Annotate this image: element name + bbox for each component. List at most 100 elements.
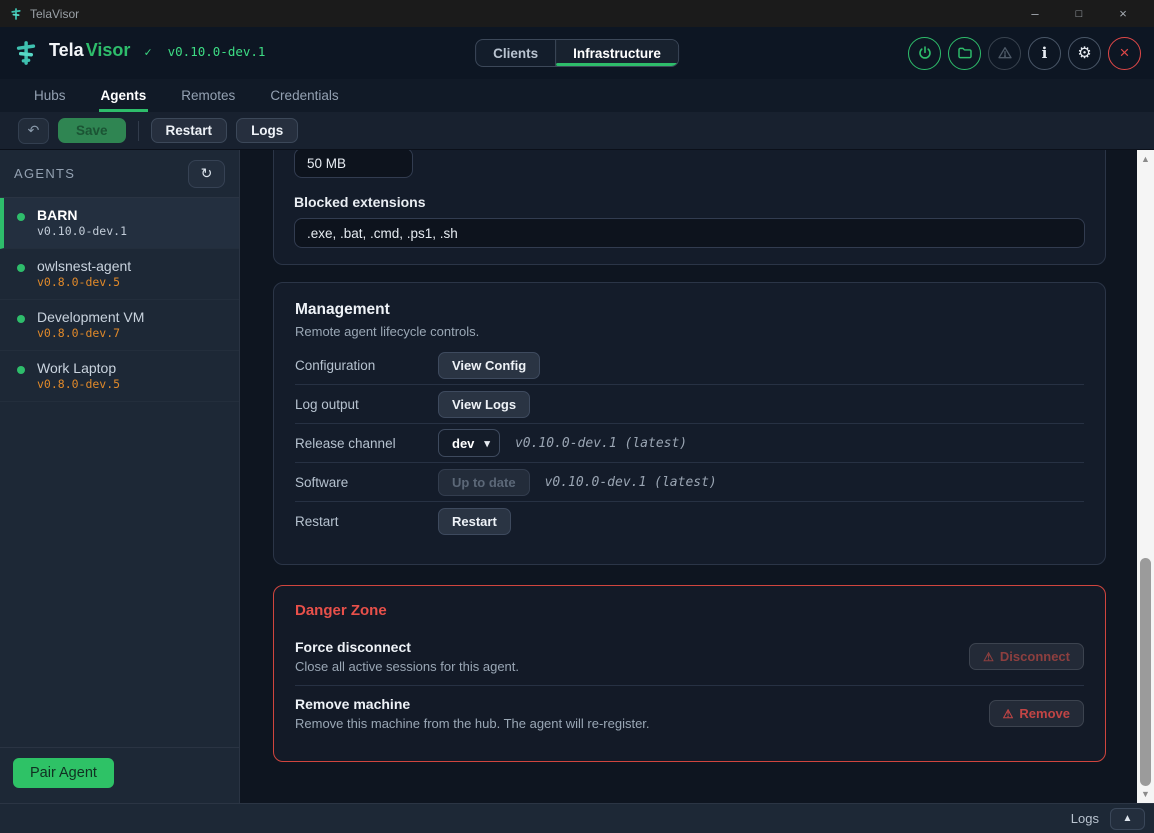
agent-version: v0.8.0-dev.7 bbox=[37, 326, 227, 341]
header-actions: i ⚙ × bbox=[908, 37, 1141, 70]
agent-name: BARN bbox=[37, 206, 227, 224]
software-label: Software bbox=[295, 475, 438, 490]
titlebar: TelaVisor – □ × bbox=[0, 0, 1154, 27]
update-button[interactable]: Up to date bbox=[438, 469, 530, 496]
software-note: v0.10.0-dev.1 (latest) bbox=[545, 475, 717, 490]
log-output-label: Log output bbox=[295, 397, 438, 412]
scroll-down-arrow[interactable]: ▼ bbox=[1137, 786, 1154, 802]
agent-list-item-owlsnest[interactable]: owlsnest-agent v0.8.0-dev.5 bbox=[0, 249, 239, 300]
close-window-button[interactable]: × bbox=[1101, 0, 1145, 27]
view-config-button[interactable]: View Config bbox=[438, 352, 540, 379]
max-size-input[interactable] bbox=[294, 150, 413, 178]
release-channel-label: Release channel bbox=[295, 436, 438, 451]
configuration-row: Configuration View Config bbox=[295, 346, 1084, 385]
agent-name: owlsnest-agent bbox=[37, 257, 227, 275]
online-status-dot bbox=[17, 213, 25, 221]
remove-machine-desc: Remove this machine from the hub. The ag… bbox=[295, 716, 989, 731]
online-status-dot bbox=[17, 264, 25, 272]
restart-button[interactable]: Restart bbox=[438, 508, 511, 535]
online-status-dot bbox=[17, 315, 25, 323]
brand-name-tela: Tela bbox=[49, 40, 84, 61]
agent-detail-panel: Blocked extensions Management Remote age… bbox=[240, 150, 1137, 803]
save-button[interactable]: Save bbox=[58, 118, 126, 143]
settings-button[interactable]: ⚙ bbox=[1068, 37, 1101, 70]
scrollbar-thumb[interactable] bbox=[1140, 558, 1151, 786]
window-controls: – □ × bbox=[1013, 0, 1145, 27]
force-disconnect-text: Force disconnect Close all active sessio… bbox=[295, 639, 969, 674]
tab-hubs[interactable]: Hubs bbox=[32, 79, 68, 112]
close-icon: × bbox=[1120, 43, 1130, 63]
maximize-button[interactable]: □ bbox=[1057, 0, 1101, 27]
minimize-button[interactable]: – bbox=[1013, 0, 1057, 27]
exit-button[interactable]: × bbox=[1108, 37, 1141, 70]
folder-button[interactable] bbox=[948, 37, 981, 70]
alerts-button[interactable] bbox=[988, 37, 1021, 70]
brand: Tela Visor ✓ v0.10.0-dev.1 bbox=[13, 40, 265, 66]
blocked-extensions-input[interactable] bbox=[294, 218, 1085, 248]
section-nav: Hubs Agents Remotes Credentials bbox=[0, 79, 1154, 112]
logs-drawer-toggle[interactable]: ▲ bbox=[1110, 808, 1145, 830]
brand-name-visor: Visor bbox=[86, 40, 131, 61]
tab-clients[interactable]: Clients bbox=[476, 40, 555, 66]
force-disconnect-desc: Close all active sessions for this agent… bbox=[295, 659, 969, 674]
blocked-extensions-label: Blocked extensions bbox=[294, 194, 1085, 210]
release-channel-note: v0.10.0-dev.1 (latest) bbox=[515, 436, 687, 451]
agent-name: Work Laptop bbox=[37, 359, 227, 377]
gear-icon: ⚙ bbox=[1077, 43, 1091, 63]
transfer-settings-card: Blocked extensions bbox=[273, 150, 1106, 265]
app-caduceus-icon bbox=[9, 7, 23, 21]
warning-icon: ⚠ bbox=[1003, 707, 1014, 721]
remove-machine-text: Remove machine Remove this machine from … bbox=[295, 696, 989, 731]
danger-zone-card: Danger Zone Force disconnect Close all a… bbox=[273, 585, 1106, 762]
agent-version: v0.10.0-dev.1 bbox=[37, 224, 227, 239]
scroll-up-arrow[interactable]: ▲ bbox=[1137, 151, 1154, 167]
force-disconnect-row: Force disconnect Close all active sessio… bbox=[295, 629, 1084, 686]
tab-agents[interactable]: Agents bbox=[99, 79, 149, 112]
disconnect-button[interactable]: ⚠ Disconnect bbox=[969, 643, 1084, 670]
power-button[interactable] bbox=[908, 37, 941, 70]
refresh-icon: ↻ bbox=[201, 165, 213, 182]
management-card: Management Remote agent lifecycle contro… bbox=[273, 282, 1106, 565]
online-status-dot bbox=[17, 366, 25, 374]
sidebar-title: AGENTS bbox=[14, 166, 75, 181]
vertical-scrollbar[interactable]: ▲ ▼ bbox=[1137, 150, 1154, 803]
restart-label: Restart bbox=[295, 514, 438, 529]
info-button[interactable]: i bbox=[1028, 37, 1061, 70]
tab-infrastructure[interactable]: Infrastructure bbox=[555, 40, 678, 66]
view-logs-button[interactable]: View Logs bbox=[438, 391, 530, 418]
toolbar: ↶ Save Restart Logs bbox=[0, 112, 1154, 150]
pair-agent-button[interactable]: Pair Agent bbox=[13, 758, 114, 788]
app-header: Tela Visor ✓ v0.10.0-dev.1 Clients Infra… bbox=[0, 27, 1154, 79]
statusbar-logs-label: Logs bbox=[1071, 811, 1099, 826]
undo-button[interactable]: ↶ bbox=[18, 118, 49, 144]
undo-icon: ↶ bbox=[28, 122, 40, 139]
statusbar: Logs ▲ bbox=[0, 803, 1154, 833]
mode-switch: Clients Infrastructure bbox=[475, 39, 679, 67]
tab-remotes[interactable]: Remotes bbox=[179, 79, 237, 112]
selected-channel: dev bbox=[452, 436, 474, 451]
configuration-label: Configuration bbox=[295, 358, 438, 373]
sidebar-footer: Pair Agent bbox=[0, 747, 239, 803]
body: AGENTS ↻ BARN v0.10.0-dev.1 owlsnest-age… bbox=[0, 150, 1154, 803]
release-channel-select[interactable]: dev ▾ bbox=[438, 429, 500, 457]
agent-list-item-development-vm[interactable]: Development VM v0.8.0-dev.7 bbox=[0, 300, 239, 351]
remove-button-label: Remove bbox=[1019, 706, 1070, 721]
agent-list-item-work-laptop[interactable]: Work Laptop v0.8.0-dev.5 bbox=[0, 351, 239, 402]
restart-row: Restart Restart bbox=[295, 502, 1084, 541]
sidebar-header: AGENTS ↻ bbox=[0, 150, 239, 198]
refresh-agents-button[interactable]: ↻ bbox=[188, 160, 225, 188]
tab-credentials[interactable]: Credentials bbox=[268, 79, 340, 112]
software-row: Software Up to date v0.10.0-dev.1 (lates… bbox=[295, 463, 1084, 502]
log-output-row: Log output View Logs bbox=[295, 385, 1084, 424]
triangle-up-icon: ▲ bbox=[1123, 813, 1133, 824]
chevron-down-icon: ▾ bbox=[484, 437, 490, 450]
restart-agent-button[interactable]: Restart bbox=[151, 118, 228, 143]
management-subtitle: Remote agent lifecycle controls. bbox=[295, 324, 1084, 339]
release-channel-row: Release channel dev ▾ v0.10.0-dev.1 (lat… bbox=[295, 424, 1084, 463]
remove-button[interactable]: ⚠ Remove bbox=[989, 700, 1084, 727]
logs-button[interactable]: Logs bbox=[236, 118, 298, 143]
agent-list-item-barn[interactable]: BARN v0.10.0-dev.1 bbox=[0, 198, 239, 249]
window-title: TelaVisor bbox=[30, 7, 79, 21]
agent-name: Development VM bbox=[37, 308, 227, 326]
remove-machine-row: Remove machine Remove this machine from … bbox=[295, 686, 1084, 742]
